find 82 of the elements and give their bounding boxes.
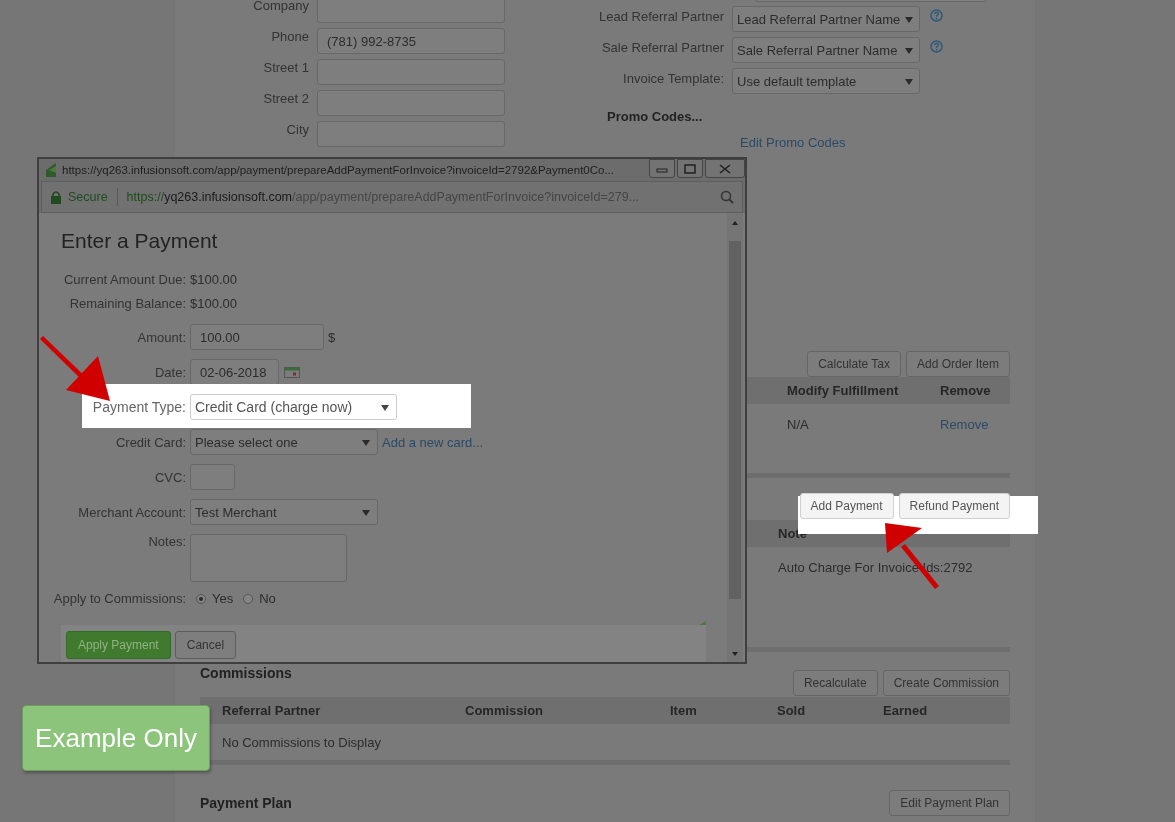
- arrow-icon: [38, 335, 110, 401]
- dropdown[interactable]: Use default template: [732, 68, 920, 94]
- column-header: Modify Fulfillment: [787, 383, 900, 398]
- secure-label: Secure: [68, 190, 108, 204]
- section-title: Commissions: [200, 665, 292, 681]
- edit-payment-plan-button[interactable]: Edit Payment Plan: [889, 790, 1010, 816]
- toolbar-button[interactable]: Calculate Tax: [807, 351, 901, 377]
- scroll-up-icon: [730, 219, 740, 227]
- payment-button[interactable]: Add Payment: [799, 493, 894, 519]
- dropdown[interactable]: Credit Card (charge now): [190, 394, 397, 420]
- field-label: Current Amount Due:: [62, 271, 186, 287]
- window-title: https://yq263.infusionsoft.com/app/payment/prepareAddPaymentForInvoice?invoiceId=2792&Payment0Co...: [62, 164, 614, 176]
- radio-button[interactable]: [243, 593, 254, 604]
- calendar-icon: [284, 366, 300, 378]
- field-label: Date:: [153, 364, 186, 380]
- toolbar-button[interactable]: Add Order Item: [905, 351, 1010, 377]
- payment-button[interactable]: Refund Payment: [898, 493, 1010, 519]
- radio-button[interactable]: [196, 593, 206, 604]
- search-icon: [720, 190, 734, 204]
- close-button[interactable]: [705, 159, 745, 178]
- scroll-down-icon: [730, 650, 740, 658]
- example-badge: Example Only: [22, 705, 210, 771]
- option-label: Yes: [212, 591, 234, 606]
- dropdown[interactable]: Test Merchant: [190, 499, 378, 525]
- field-label: Sale Referral Partner: [600, 39, 725, 55]
- field-label: Credit Card:: [114, 434, 186, 450]
- dropdown[interactable]: Please select one: [190, 429, 378, 455]
- column-header: Earned: [883, 703, 929, 718]
- column-header: Referral Partner: [222, 703, 322, 718]
- column-header: Commission: [465, 703, 544, 718]
- close-icon: [719, 163, 731, 174]
- field-label: Payment Type:: [91, 399, 186, 415]
- form-heading: Enter a Payment: [61, 229, 219, 253]
- dropdown[interactable]: Sale Referral Partner Name: [732, 37, 920, 63]
- column-header: Remove: [940, 383, 992, 398]
- caret-icon: [905, 17, 913, 23]
- caret-icon: [905, 79, 913, 85]
- table-cell-text: N/A: [787, 416, 810, 432]
- field-label: Lead Referral Partner: [598, 8, 725, 24]
- section-title: Payment Plan: [200, 795, 292, 811]
- field-label: Invoice Template:: [622, 70, 725, 86]
- option-label: No: [259, 591, 276, 606]
- toolbar-button[interactable]: Create Commission: [882, 670, 1010, 696]
- toolbar-button[interactable]: Recalculate: [792, 670, 878, 696]
- empty-message: No Commissions to Display: [222, 734, 382, 750]
- section-label: Promo Codes...: [607, 109, 704, 124]
- edit-promo-codes-link[interactable]: Edit Promo Codes: [740, 135, 846, 150]
- app-icon: [45, 162, 57, 178]
- amount-field[interactable]: 100.00: [190, 324, 324, 350]
- field-label: Notes:: [147, 534, 186, 549]
- scrollbar[interactable]: [727, 213, 743, 662]
- date-field[interactable]: 02-06-2018: [190, 359, 279, 385]
- currency-symbol: $: [328, 329, 336, 345]
- field-label: Street 2: [262, 90, 310, 106]
- add-card-link[interactable]: Add a new card...: [382, 434, 484, 450]
- cancel-button[interactable]: Cancel: [174, 631, 237, 659]
- field-label: Street 1: [262, 59, 310, 75]
- field-label: Apply to Commissions:: [52, 591, 186, 606]
- field-label: City: [285, 121, 310, 137]
- field-label: CVC:: [153, 469, 186, 485]
- lock-icon: [50, 190, 62, 204]
- remove-link[interactable]: Remove: [940, 416, 1010, 432]
- table-cell-text: Auto Charge For Invoice Ids:2792: [778, 559, 974, 575]
- field-label: Company: [252, 0, 310, 13]
- field-label: Amount:: [136, 329, 186, 345]
- field-label: Phone: [270, 28, 310, 44]
- column-header: Sold: [777, 703, 807, 718]
- apply-payment-button[interactable]: Apply Payment: [66, 631, 171, 659]
- maximize-button[interactable]: [677, 159, 703, 178]
- amount-value: $100.00: [190, 295, 237, 311]
- caret-icon: [362, 510, 370, 516]
- caret-icon: [381, 405, 389, 411]
- caret-icon: [362, 440, 370, 446]
- minimize-button[interactable]: [649, 159, 675, 178]
- field-label: Merchant Account:: [77, 504, 186, 520]
- text-field[interactable]: (781) 992-8735: [317, 28, 505, 54]
- column-header: Item: [670, 703, 698, 718]
- amount-value: $100.00: [190, 271, 237, 287]
- dropdown[interactable]: Lead Referral Partner Name: [732, 6, 920, 32]
- field-label: Remaining Balance:: [68, 295, 186, 311]
- maximize-icon: [684, 163, 696, 174]
- caret-icon: [905, 48, 913, 54]
